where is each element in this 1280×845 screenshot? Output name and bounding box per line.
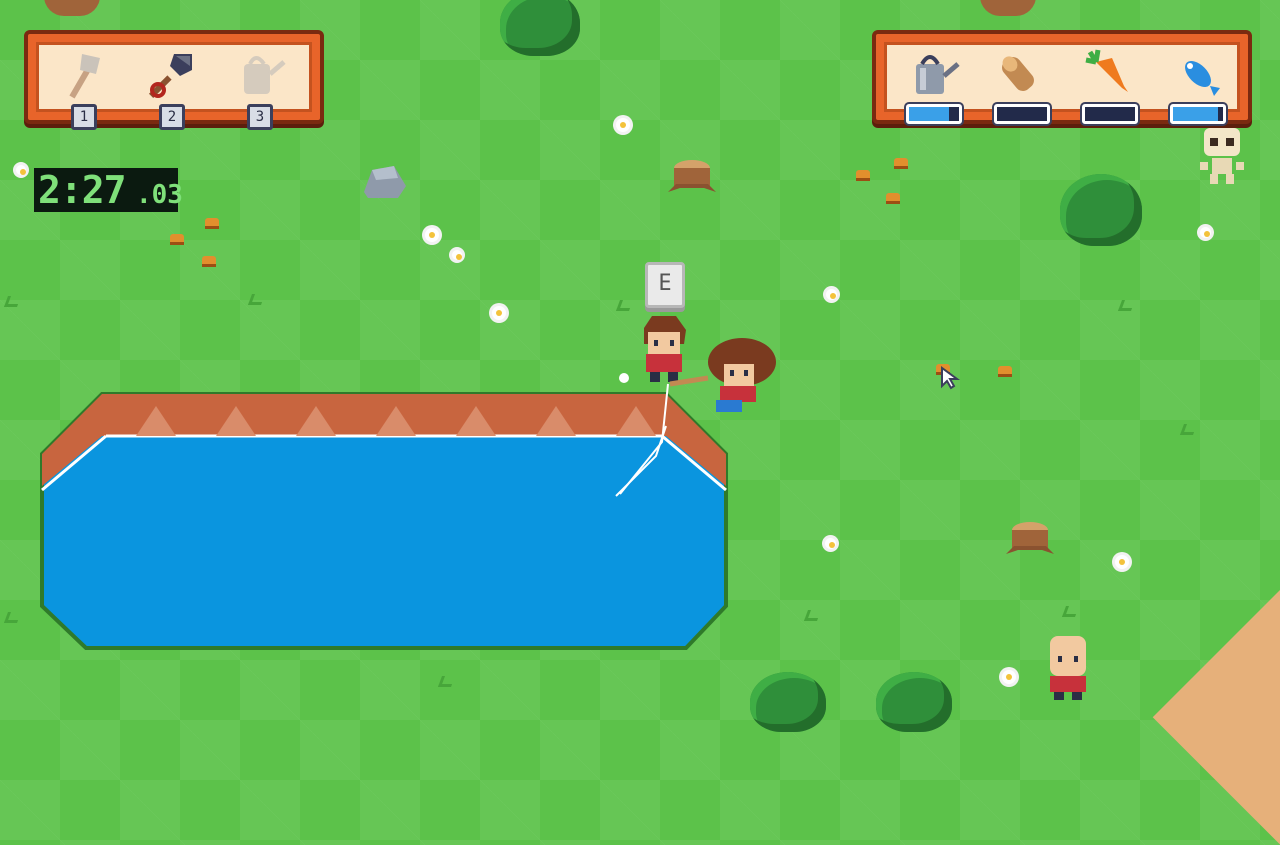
tool-slot-3[interactable] bbox=[232, 46, 288, 102]
carrot-icon bbox=[1085, 49, 1128, 92]
fish-icon bbox=[1185, 61, 1220, 96]
flower bbox=[826, 289, 837, 300]
ore-chunk bbox=[894, 158, 908, 166]
flower bbox=[1002, 670, 1016, 684]
flower bbox=[1115, 555, 1129, 569]
wood-meter bbox=[994, 104, 1050, 124]
fish-meter-fill bbox=[1173, 107, 1218, 121]
timer-fraction: .03 bbox=[136, 180, 183, 210]
hotkey-2-badge: 2 bbox=[159, 104, 185, 130]
flower bbox=[492, 306, 506, 320]
shovel-icon bbox=[148, 54, 192, 99]
ore-chunk bbox=[856, 170, 870, 178]
flower bbox=[452, 250, 462, 260]
tree-stump bbox=[1006, 522, 1054, 554]
water-meter-fill bbox=[909, 107, 949, 121]
mouse-cursor-icon bbox=[941, 366, 961, 390]
tree bbox=[876, 672, 952, 732]
tool-slot-1[interactable] bbox=[56, 48, 112, 104]
flower bbox=[425, 228, 439, 242]
tree bbox=[1060, 174, 1142, 246]
resource-slot-carrot bbox=[1082, 46, 1138, 102]
rock bbox=[364, 166, 406, 198]
grass-sprout bbox=[803, 610, 822, 621]
grass-sprout bbox=[615, 300, 634, 311]
villager-npc bbox=[1050, 636, 1086, 700]
grass-sprout bbox=[247, 294, 266, 305]
stump bbox=[980, 0, 1036, 16]
timer-main: 2:27 bbox=[38, 168, 127, 212]
interact-key-prompt: E bbox=[645, 262, 685, 308]
axe-icon bbox=[69, 54, 100, 99]
ore-chunk bbox=[202, 256, 216, 264]
wood-log-icon bbox=[1002, 56, 1034, 91]
watering-can-icon bbox=[916, 55, 960, 94]
hotkey-3-badge: 3 bbox=[247, 104, 273, 130]
sand-patch bbox=[1152, 590, 1280, 845]
stump bbox=[44, 0, 100, 16]
flower bbox=[616, 118, 630, 132]
grass-sprout bbox=[3, 612, 22, 623]
tree bbox=[750, 672, 826, 732]
ore-chunk bbox=[170, 234, 184, 242]
flower bbox=[825, 538, 836, 549]
resource-bar bbox=[872, 30, 1252, 124]
water-meter bbox=[906, 104, 962, 124]
watering-can-icon bbox=[244, 56, 286, 94]
grass-sprout bbox=[437, 676, 456, 687]
tree bbox=[500, 0, 580, 56]
ore-chunk bbox=[886, 193, 900, 201]
grass-sprout bbox=[1179, 424, 1198, 435]
skeleton-enemy bbox=[1200, 128, 1244, 184]
tool-slot-2[interactable] bbox=[144, 46, 200, 102]
tree-stump bbox=[668, 160, 716, 192]
ore-chunk bbox=[205, 218, 219, 226]
fishing-rod bbox=[619, 373, 709, 495]
flower bbox=[16, 165, 26, 175]
grass-sprout bbox=[1061, 606, 1080, 617]
carrot-meter bbox=[1082, 104, 1138, 124]
tool-hotbar: 1 2 3 bbox=[24, 30, 324, 130]
resource-slot-fish bbox=[1170, 46, 1226, 102]
speedrun-timer: 2:27 .03 bbox=[34, 168, 183, 212]
flower bbox=[1200, 227, 1211, 238]
grass-sprout bbox=[1117, 300, 1136, 311]
ore-chunk bbox=[998, 366, 1012, 374]
resource-slot-water bbox=[906, 46, 962, 102]
fish-meter bbox=[1170, 104, 1226, 124]
hotkey-1-badge: 1 bbox=[71, 104, 97, 130]
resource-slot-wood bbox=[994, 46, 1050, 102]
grass-sprout bbox=[3, 296, 22, 307]
